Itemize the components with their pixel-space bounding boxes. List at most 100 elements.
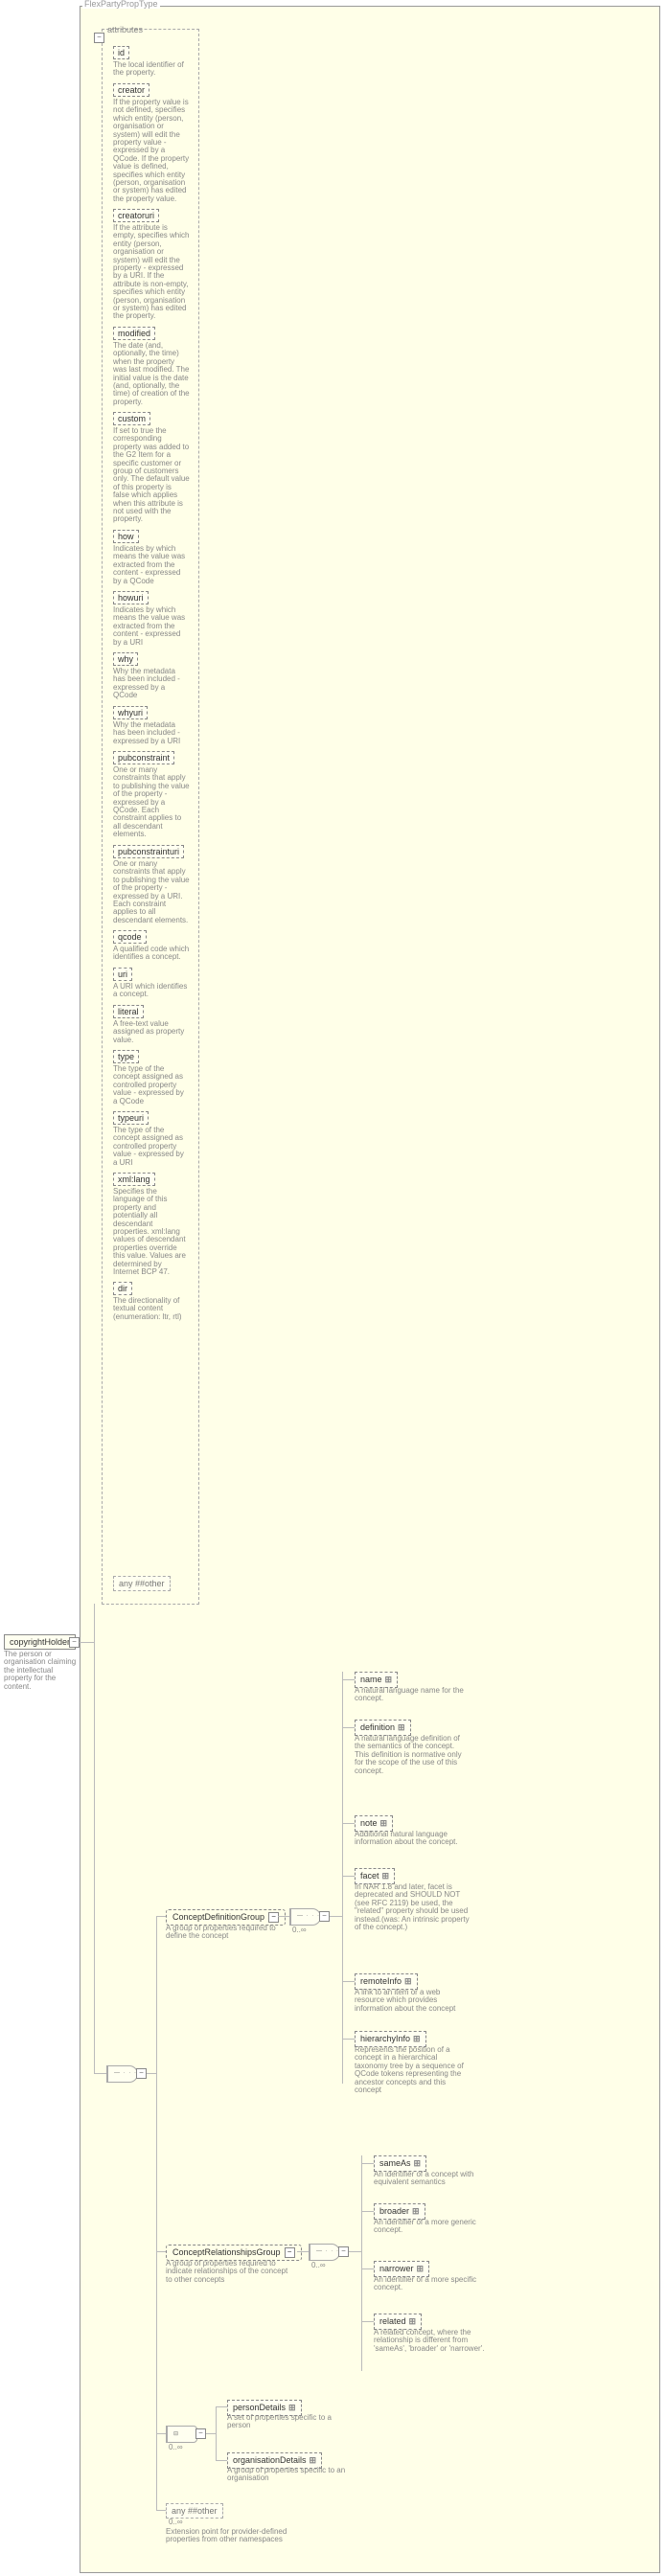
element-label: sameAs — [379, 2158, 411, 2168]
seq-crg-toggle[interactable]: − — [338, 2246, 349, 2257]
any-other-attribute: any ##other — [113, 1576, 171, 1591]
attribute-id: id The local identifier of the property. — [113, 46, 190, 78]
attribute-desc: A qualified code which identifies a conc… — [113, 946, 190, 962]
any-other-desc: Extension point for provider-defined pro… — [166, 2528, 290, 2544]
attribute-literal: literalA free-text value assigned as pro… — [113, 1005, 190, 1044]
attribute-desc: The local identifier of the property. — [113, 61, 190, 78]
crg-occur: 0..∞ — [311, 2261, 326, 2269]
choice-compositor: ⊟ — [166, 2426, 197, 2443]
element-label: hierarchyInfo — [360, 2034, 410, 2043]
expand-icon[interactable]: ⊞ — [404, 1976, 412, 1986]
org-details-label: organisationDetails — [233, 2455, 307, 2465]
attribute-desc: If the attribute is empty, specifies whi… — [113, 224, 190, 321]
attribute-why: whyWhy the metadata has been included - … — [113, 652, 190, 700]
element-desc: Additional natural language information … — [355, 1831, 470, 1847]
attribute-creatoruri: creatoruri If the attribute is empty, spe… — [113, 209, 190, 321]
root-expand-toggle[interactable]: − — [69, 1637, 80, 1648]
element-desc: A natural language name for the concept. — [355, 1687, 470, 1703]
attribute-desc: Indicates by which means the value was e… — [113, 545, 190, 585]
element-label: remoteInfo — [360, 1976, 402, 1986]
person-details-desc: A set of properties specific to a person — [227, 2414, 352, 2430]
sequence-main-toggle[interactable]: − — [136, 2068, 147, 2079]
choice-occur: 0..∞ — [169, 2443, 183, 2451]
element-label: note — [360, 1818, 378, 1828]
element-label: definition — [360, 1722, 395, 1732]
expand-icon[interactable]: ⊞ — [380, 1818, 388, 1828]
element-desc: An identifier of a more specific concept… — [374, 2276, 489, 2292]
attribute-name[interactable]: whyuri — [113, 706, 148, 719]
attribute-dir: dir The directionality of textual content… — [113, 1282, 190, 1321]
cdg-desc: A group of properties required to define… — [166, 1925, 279, 1941]
root-element-name: copyrightHolder — [10, 1637, 70, 1647]
attribute-desc: Indicates by which means the value was e… — [113, 606, 190, 647]
sequence-compositor-crg: — · · · — [309, 2244, 340, 2261]
seq-cdg-toggle[interactable]: − — [319, 1911, 330, 1922]
attribute-desc: Why the metadata has been included - exp… — [113, 721, 190, 745]
attribute-name[interactable]: xml:lang — [113, 1173, 155, 1186]
attribute-desc: If set to true the corresponding propert… — [113, 427, 190, 524]
crg-toggle[interactable]: − — [285, 2247, 295, 2258]
attribute-name[interactable]: literal — [113, 1005, 144, 1018]
expand-icon[interactable]: ⊞ — [409, 2316, 417, 2326]
element-desc: An identifier of a more generic concept. — [374, 2219, 489, 2235]
attribute-name[interactable]: creator — [113, 83, 149, 97]
attribute-howuri: howuri Indicates by which means the value… — [113, 591, 190, 647]
attribute-name[interactable]: pubconstraint — [113, 751, 174, 764]
attribute-name[interactable]: custom — [113, 412, 150, 425]
sequence-compositor-cdg: — · · · — [289, 1908, 321, 1926]
choice-toggle[interactable]: − — [195, 2428, 206, 2439]
expand-icon[interactable]: ⊞ — [382, 1871, 390, 1881]
attribute-desc: The type of the concept assigned as cont… — [113, 1065, 190, 1106]
attribute-pubconstraint: pubconstraintOne or many constraints tha… — [113, 751, 190, 839]
attribute-how: how Indicates by which means the value wa… — [113, 530, 190, 585]
expand-icon[interactable]: ⊞ — [385, 1675, 393, 1684]
attribute-name[interactable]: id — [113, 46, 129, 59]
expand-icon[interactable]: ⊞ — [310, 2455, 317, 2465]
expand-icon[interactable]: ⊞ — [398, 1722, 405, 1732]
attribute-desc: A URI which identifies a concept. — [113, 983, 190, 999]
attribute-name[interactable]: typeuri — [113, 1111, 149, 1125]
attribute-desc: Specifies the language of this property … — [113, 1188, 190, 1276]
element-desc: In NAR 1.8 and later, facet is deprecate… — [355, 1883, 470, 1931]
expand-icon[interactable]: ⊞ — [413, 2034, 421, 2043]
attributes-toggle[interactable]: − — [94, 33, 104, 43]
attribute-name[interactable]: type — [113, 1050, 139, 1063]
diagram-canvas: FlexPartyPropType copyrightHolder − The … — [0, 0, 666, 2576]
crg-desc: A group of properties required to indica… — [166, 2260, 295, 2284]
attribute-xml:lang: xml:lang Specifies the language of this p… — [113, 1173, 190, 1276]
attribute-modified: modifiedThe date (and, optionally, the t… — [113, 327, 190, 406]
root-element[interactable]: copyrightHolder — [4, 1634, 76, 1650]
expand-icon[interactable]: ⊞ — [412, 2206, 420, 2216]
attribute-type: type The type of the concept assigned as … — [113, 1050, 190, 1106]
attribute-name[interactable]: dir — [113, 1282, 132, 1295]
attribute-name[interactable]: modified — [113, 327, 155, 340]
element-desc: Represents the position of a concept in … — [355, 2046, 470, 2094]
attribute-name[interactable]: how — [113, 530, 139, 543]
any-other-element: any ##other — [166, 2503, 223, 2519]
attributes-header: attributes — [107, 25, 143, 34]
attribute-name[interactable]: creatoruri — [113, 209, 159, 222]
attribute-typeuri: typeuri The type of the concept assigned … — [113, 1111, 190, 1167]
attribute-desc: The directionality of textual content (e… — [113, 1297, 190, 1321]
attribute-name[interactable]: howuri — [113, 591, 149, 604]
person-details-label: personDetails — [233, 2403, 286, 2412]
element-label: broader — [379, 2206, 409, 2216]
cdg-toggle[interactable]: − — [268, 1912, 279, 1923]
attribute-whyuri: whyuri Why the metadata has been included… — [113, 706, 190, 745]
element-desc: A related concept, where the relationshi… — [374, 2329, 489, 2353]
cdg-label: ConceptDefinitionGroup — [172, 1912, 264, 1922]
type-name-label: FlexPartyPropType — [82, 0, 160, 9]
attribute-pubconstrainturi: pubconstrainturi One or many constraints … — [113, 845, 190, 924]
attribute-desc: One or many constraints that apply to pu… — [113, 860, 190, 924]
attribute-name[interactable]: uri — [113, 968, 132, 981]
attribute-name[interactable]: pubconstrainturi — [113, 845, 184, 858]
org-details-desc: A group of properties specific to an org… — [227, 2467, 361, 2483]
expand-icon[interactable]: ⊞ — [414, 2158, 422, 2168]
attribute-creator: creator If the property value is not defi… — [113, 83, 190, 203]
expand-icon[interactable]: ⊞ — [288, 2403, 296, 2412]
attribute-desc: The type of the concept assigned as cont… — [113, 1127, 190, 1167]
expand-icon[interactable]: ⊞ — [417, 2264, 425, 2273]
attribute-name[interactable]: qcode — [113, 930, 147, 944]
attribute-desc: If the property value is not defined, sp… — [113, 99, 190, 203]
attribute-name[interactable]: why — [113, 652, 138, 666]
